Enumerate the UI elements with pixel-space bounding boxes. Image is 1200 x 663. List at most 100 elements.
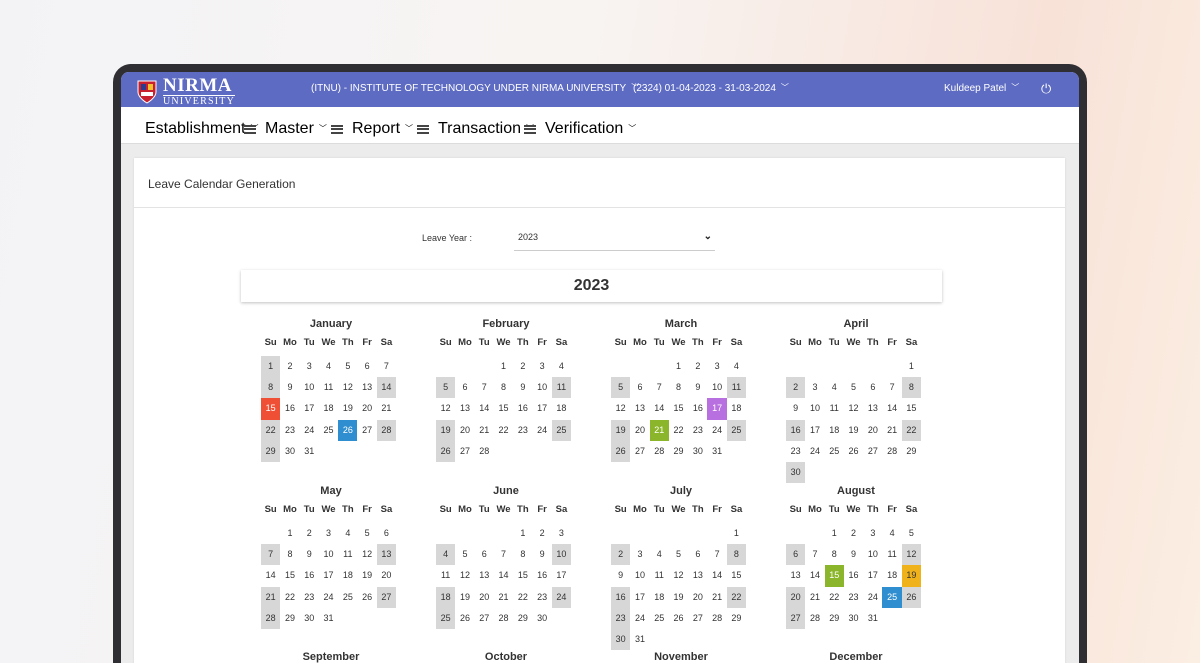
day-cell[interactable]: 9 [611,565,630,586]
day-cell[interactable]: 22 [280,587,299,608]
day-cell[interactable]: 31 [319,608,338,629]
day-cell[interactable]: 15 [727,565,746,586]
day-cell[interactable]: 7 [377,356,396,377]
day-cell[interactable]: 1 [825,523,844,544]
day-cell[interactable]: 3 [707,356,726,377]
day-cell[interactable]: 22 [726,586,747,608]
day-cell[interactable]: 5 [436,377,456,399]
day-cell[interactable]: 21 [649,419,669,441]
day-cell[interactable]: 4 [727,356,746,377]
day-cell[interactable]: 17 [805,420,824,441]
day-cell[interactable]: 16 [611,586,631,608]
day-cell[interactable]: 14 [261,565,280,586]
day-cell[interactable]: 10 [805,398,824,419]
day-cell[interactable]: 2 [280,356,299,377]
day-cell[interactable]: 11 [338,544,357,565]
day-cell[interactable]: 7 [882,377,901,398]
day-cell[interactable]: 22 [513,587,532,608]
day-cell[interactable]: 30 [300,608,319,629]
day-cell[interactable]: 9 [532,544,551,565]
day-cell[interactable]: 2 [611,544,631,566]
menu-verification[interactable]: Verification ﹀ [524,120,636,138]
day-cell[interactable]: 7 [261,544,281,566]
day-cell[interactable]: 9 [300,544,319,565]
day-cell[interactable]: 12 [669,565,688,586]
day-cell[interactable]: 30 [280,441,299,462]
university-logo[interactable]: NIRMA UNIVERSITY [137,76,235,107]
day-cell[interactable]: 17 [552,565,571,586]
day-cell[interactable]: 5 [338,356,357,377]
day-cell[interactable]: 23 [786,441,805,462]
day-cell[interactable]: 27 [630,441,649,462]
day-cell[interactable]: 17 [863,565,882,586]
day-cell[interactable]: 22 [825,587,844,608]
day-cell[interactable]: 15 [824,565,844,587]
day-cell[interactable]: 19 [357,565,376,586]
day-cell[interactable]: 28 [882,441,901,462]
day-cell[interactable]: 16 [844,565,863,586]
day-cell[interactable]: 17 [319,565,338,586]
day-cell[interactable]: 23 [688,420,707,441]
day-cell[interactable]: 1 [494,356,513,377]
day-cell[interactable]: 19 [901,565,922,587]
day-cell[interactable]: 17 [300,398,319,419]
day-cell[interactable]: 29 [513,608,532,629]
day-cell[interactable]: 25 [551,419,572,441]
day-cell[interactable]: 31 [630,629,649,650]
day-cell[interactable]: 4 [552,356,571,377]
day-cell[interactable]: 16 [513,398,532,419]
day-cell[interactable]: 23 [280,420,299,441]
power-icon[interactable]: ⏻ [1041,81,1051,97]
day-cell[interactable]: 25 [825,441,844,462]
day-cell[interactable]: 2 [844,523,863,544]
day-cell[interactable]: 20 [455,420,474,441]
day-cell[interactable]: 17 [630,587,649,608]
day-cell[interactable]: 29 [669,441,688,462]
day-cell[interactable]: 18 [727,398,746,419]
day-cell[interactable]: 21 [494,587,513,608]
day-cell[interactable]: 30 [844,608,863,629]
day-cell[interactable]: 28 [805,608,824,629]
day-cell[interactable]: 22 [261,419,281,441]
day-cell[interactable]: 23 [532,587,551,608]
day-cell[interactable]: 29 [261,440,281,462]
day-cell[interactable]: 13 [688,565,707,586]
day-cell[interactable]: 14 [494,565,513,586]
day-cell[interactable]: 3 [552,523,571,544]
day-cell[interactable]: 3 [863,523,882,544]
menu-transaction[interactable]: Transaction ﹀ [417,120,534,138]
day-cell[interactable]: 26 [844,441,863,462]
day-cell[interactable]: 9 [513,377,532,398]
day-cell[interactable]: 12 [844,398,863,419]
day-cell[interactable]: 19 [338,398,357,419]
day-cell[interactable]: 6 [475,544,494,565]
day-cell[interactable]: 31 [707,441,726,462]
day-cell[interactable]: 14 [475,398,494,419]
period-selector[interactable]: (2324) 01-04-2023 - 31-03-2024 ﹀ [633,83,789,94]
day-cell[interactable]: 4 [825,377,844,398]
day-cell[interactable]: 10 [532,377,551,398]
day-cell[interactable]: 3 [300,356,319,377]
day-cell[interactable]: 12 [357,544,376,565]
day-cell[interactable]: 1 [669,356,688,377]
day-cell[interactable]: 26 [901,586,922,608]
day-cell[interactable]: 21 [475,420,494,441]
day-cell[interactable]: 20 [357,398,376,419]
day-cell[interactable]: 27 [376,586,397,608]
day-cell[interactable]: 2 [300,523,319,544]
day-cell[interactable]: 14 [805,565,824,586]
day-cell[interactable]: 11 [726,377,747,399]
day-cell[interactable]: 11 [650,565,669,586]
day-cell[interactable]: 6 [377,523,396,544]
day-cell[interactable]: 15 [280,565,299,586]
day-cell[interactable]: 2 [688,356,707,377]
day-cell[interactable]: 15 [261,398,281,420]
day-cell[interactable]: 25 [338,587,357,608]
day-cell[interactable]: 10 [863,544,882,565]
day-cell[interactable]: 28 [376,419,397,441]
day-cell[interactable]: 8 [669,377,688,398]
day-cell[interactable]: 16 [300,565,319,586]
day-cell[interactable]: 4 [319,356,338,377]
day-cell[interactable]: 14 [707,565,726,586]
day-cell[interactable]: 29 [825,608,844,629]
